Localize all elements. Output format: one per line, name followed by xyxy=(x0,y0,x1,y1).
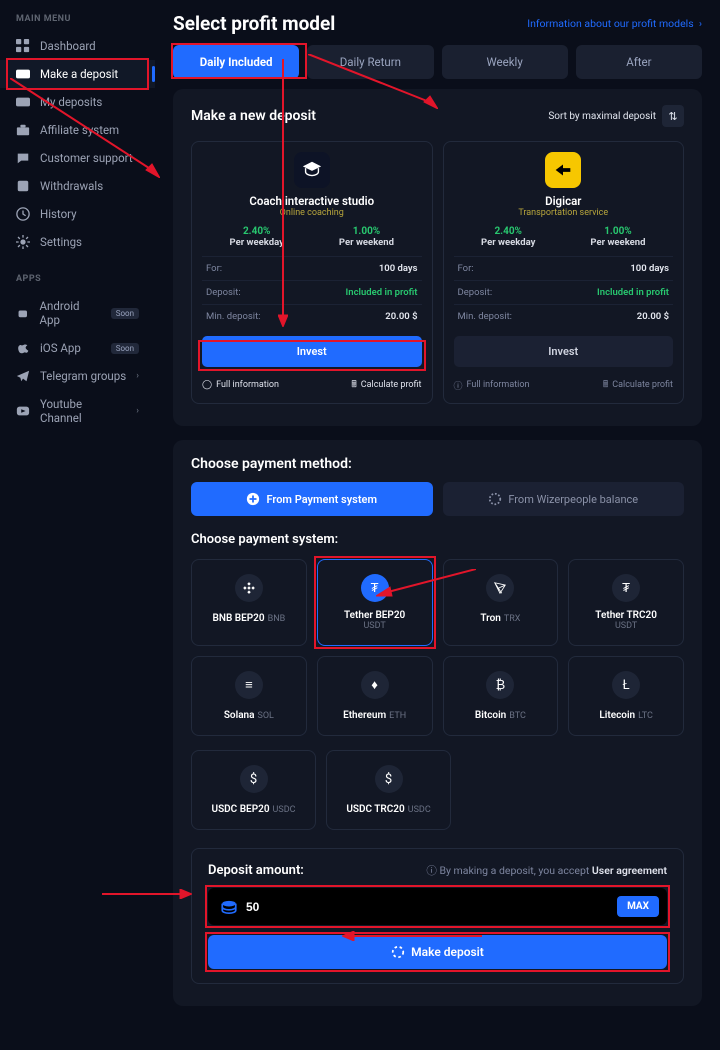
sidebar-label: History xyxy=(40,207,77,221)
coin-tron[interactable]: Tron TRX xyxy=(443,559,559,646)
coin-tether-bep20[interactable]: ₮ Tether BEP20 USDT xyxy=(317,559,433,646)
sidebar-item-history[interactable]: History xyxy=(0,200,155,228)
chevron-right-icon: › xyxy=(136,371,139,381)
sidebar-item-withdrawals[interactable]: Withdrawals xyxy=(0,172,155,200)
tab-daily-included[interactable]: Daily Included xyxy=(173,45,299,79)
max-button[interactable]: MAX xyxy=(617,896,659,917)
invest-button[interactable]: Invest xyxy=(454,336,674,367)
payment-method-title: Choose payment method: xyxy=(191,456,684,472)
clock-icon xyxy=(16,207,30,221)
android-icon xyxy=(16,306,30,320)
sidebar-app-android[interactable]: Android App Soon xyxy=(0,292,155,334)
apple-icon xyxy=(16,341,30,355)
withdraw-icon xyxy=(16,179,30,193)
tether-icon: ₮ xyxy=(361,574,389,602)
card-name: Coach interactive studio xyxy=(202,194,422,208)
soon-badge: Soon xyxy=(111,308,139,319)
tab-weekly[interactable]: Weekly xyxy=(442,45,568,79)
user-agreement-link[interactable]: User agreement xyxy=(592,864,667,877)
sidebar-label: Youtube Channel xyxy=(40,397,126,425)
coin-solana[interactable]: ≡ Solana SOL xyxy=(191,656,307,736)
sort-icon: ⇅ xyxy=(662,105,684,127)
coin-usdc-trc20[interactable]: $ USDC TRC20 USDC xyxy=(326,750,451,830)
sidebar-item-my-deposits[interactable]: My deposits xyxy=(0,88,155,116)
full-info-link[interactable]: ◯ Full information xyxy=(202,377,279,393)
grid-icon xyxy=(16,39,30,53)
coin-usdc-bep20[interactable]: $ USDC BEP20 USDC xyxy=(191,750,316,830)
deposit-amount-input[interactable] xyxy=(238,900,617,914)
coins-icon xyxy=(220,898,238,916)
card-name: Digicar xyxy=(454,194,674,208)
sidebar-item-dashboard[interactable]: Dashboard xyxy=(0,32,155,60)
payment-system-title: Choose payment system: xyxy=(191,532,684,547)
calc-profit-link[interactable]: 🖩 Calculate profit xyxy=(603,377,673,393)
sidebar-label: Customer support xyxy=(40,151,133,165)
coin-bitcoin[interactable]: ₿ Bitcoin BTC xyxy=(443,656,559,736)
coin-tether-trc20[interactable]: ₮ Tether TRC20 USDT xyxy=(568,559,684,646)
usdc-icon: $ xyxy=(240,765,268,793)
bitcoin-icon: ₿ xyxy=(486,671,514,699)
deposit-notice: ⓘ By making a deposit, you accept User a… xyxy=(426,863,667,878)
main-menu-header: MAIN MENU xyxy=(0,10,155,32)
sidebar-label: iOS App xyxy=(40,341,81,355)
case-icon xyxy=(16,123,30,137)
sidebar-app-telegram[interactable]: Telegram groups › xyxy=(0,362,155,390)
coin-litecoin[interactable]: Ł Litecoin LTC xyxy=(568,656,684,736)
coin-ethereum[interactable]: ♦ Ethereum ETH xyxy=(317,656,433,736)
sidebar-label: Settings xyxy=(40,235,82,249)
bnb-icon xyxy=(235,574,263,602)
tab-daily-return[interactable]: Daily Return xyxy=(307,45,433,79)
tron-icon xyxy=(486,574,514,602)
apps-header: APPS xyxy=(0,270,155,292)
card-sub: Online coaching xyxy=(202,208,422,218)
coach-logo xyxy=(294,152,330,188)
card-sub: Transportation service xyxy=(454,208,674,218)
sidebar-app-ios[interactable]: iOS App Soon xyxy=(0,334,155,362)
sidebar-label: Dashboard xyxy=(40,39,96,53)
chat-icon xyxy=(16,151,30,165)
tab-after[interactable]: After xyxy=(576,45,702,79)
tether-icon: ₮ xyxy=(612,574,640,602)
sidebar-label: Telegram groups xyxy=(40,369,126,383)
solana-icon: ≡ xyxy=(235,671,263,699)
sidebar-label: Withdrawals xyxy=(40,179,103,193)
profit-models-info-link[interactable]: Information about our profit models › xyxy=(527,17,702,30)
tab-from-payment-system[interactable]: From Payment system xyxy=(191,482,433,516)
digicar-logo xyxy=(545,152,581,188)
sidebar-item-make-deposit[interactable]: Make a deposit xyxy=(0,60,155,88)
deposit-panel-title: Make a new deposit xyxy=(191,108,316,124)
spinner-icon xyxy=(391,945,405,959)
gear-icon xyxy=(16,235,30,249)
page-title: Select profit model xyxy=(173,12,335,35)
coin-bnb-bep20[interactable]: BNB BEP20 BNB xyxy=(191,559,307,646)
card-icon xyxy=(16,67,30,81)
soon-badge: Soon xyxy=(111,343,139,354)
chevron-right-icon: › xyxy=(136,406,139,416)
tab-from-balance[interactable]: From Wizerpeople balance xyxy=(443,482,685,516)
ethereum-icon: ♦ xyxy=(361,671,389,699)
make-deposit-button[interactable]: Make deposit xyxy=(208,935,667,969)
deposit-amount-title: Deposit amount: xyxy=(208,863,304,878)
plus-circle-icon xyxy=(246,492,260,506)
sidebar-label: Android App xyxy=(40,299,101,327)
telegram-icon xyxy=(16,369,30,383)
sidebar-item-affiliate[interactable]: Affiliate system xyxy=(0,116,155,144)
sidebar-item-support[interactable]: Customer support xyxy=(0,144,155,172)
sidebar-label: Affiliate system xyxy=(40,123,119,137)
usdc-icon: $ xyxy=(375,765,403,793)
invest-button[interactable]: Invest xyxy=(202,336,422,367)
sidebar-label: My deposits xyxy=(40,95,102,109)
calc-profit-link[interactable]: 🖩 Calculate profit xyxy=(351,377,421,393)
sort-control[interactable]: Sort by maximal deposit ⇅ xyxy=(548,105,684,127)
full-info-link[interactable]: ⓘ Full information xyxy=(454,377,530,393)
litecoin-icon: Ł xyxy=(612,671,640,699)
sidebar-item-settings[interactable]: Settings xyxy=(0,228,155,256)
sidebar-app-youtube[interactable]: Youtube Channel › xyxy=(0,390,155,432)
sidebar-label: Make a deposit xyxy=(40,67,118,81)
wallet-icon xyxy=(16,95,30,109)
balance-icon xyxy=(488,492,502,506)
youtube-icon xyxy=(16,404,30,418)
